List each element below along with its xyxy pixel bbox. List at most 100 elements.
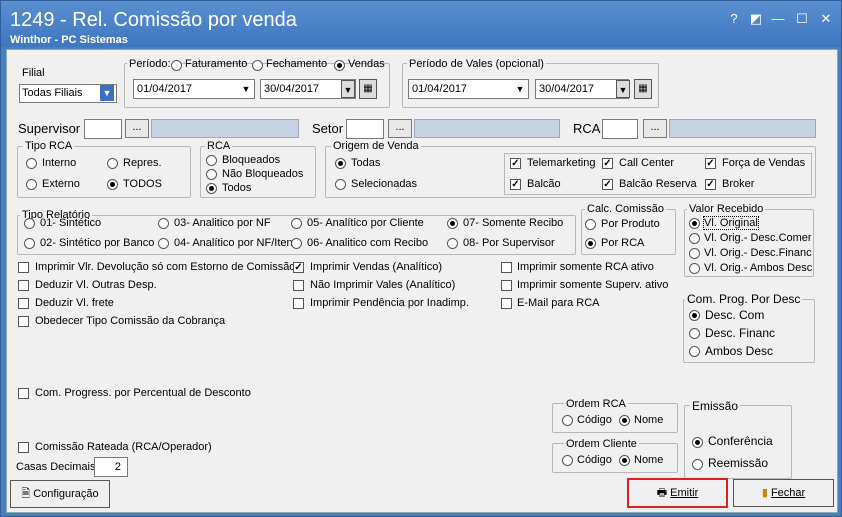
check-nao-imprimir-vales[interactable] [293, 280, 304, 291]
emitir-button[interactable]: 🖶 Emitir [627, 478, 728, 508]
check-com-progress[interactable] [18, 388, 29, 399]
radio-ambos-desc[interactable] [689, 346, 700, 357]
chevron-down-icon[interactable]: ▼ [100, 85, 114, 101]
radio-origem-todas[interactable] [335, 158, 346, 169]
radio-rel-06[interactable] [291, 238, 302, 249]
check-broker[interactable]: ✓ [705, 179, 716, 190]
radio-desc-financ[interactable] [689, 328, 700, 339]
minimize-button[interactable]: — [769, 11, 787, 26]
fechar-button[interactable]: ▮ Fechar [733, 479, 834, 507]
setor-code-input[interactable] [346, 119, 384, 139]
check-superv-ativo[interactable] [501, 280, 512, 291]
check-email-rca[interactable] [501, 298, 512, 309]
rca-search-button[interactable]: ... [643, 119, 667, 138]
tipo-rca-label: Tipo RCA [23, 140, 75, 152]
rca-name-field [669, 119, 816, 138]
radio-vl-desc-financ[interactable] [689, 248, 700, 259]
radio-rel-02[interactable] [24, 238, 35, 249]
radio-bloqueados[interactable] [206, 155, 217, 166]
radio-todos-rca[interactable] [206, 183, 217, 194]
radio-vl-desc-comer[interactable] [689, 233, 700, 244]
fechar-label: Fechar [770, 487, 806, 499]
filial-label: Filial [22, 67, 45, 79]
interno-label: Interno [42, 157, 77, 169]
rca-status-label: RCA [205, 140, 233, 152]
radio-reemissao[interactable] [692, 459, 703, 470]
supervisor-code-input[interactable] [84, 119, 122, 139]
chevron-down-icon[interactable]: ▼ [616, 80, 630, 98]
radio-repres[interactable] [107, 158, 118, 169]
vales-from-input[interactable]: 01/04/2017 [408, 79, 529, 99]
radio-vl-original[interactable] [689, 218, 700, 229]
close-button[interactable]: ✕ [817, 11, 835, 27]
maximize-button[interactable]: ☐ [793, 11, 811, 27]
chevron-down-icon[interactable]: ▼ [341, 80, 355, 98]
radio-interno[interactable] [26, 158, 37, 169]
help-button[interactable]: ? [725, 11, 743, 26]
radio-ordem-cli-nome[interactable] [619, 455, 630, 466]
telemarketing-label: Telemarketing [527, 157, 596, 169]
radio-rel-07[interactable] [447, 218, 458, 229]
check-telemarketing[interactable]: ✓ [510, 158, 521, 169]
email-rca-label: E-Mail para RCA [517, 297, 600, 309]
calendar-icon[interactable]: ▦ [634, 79, 652, 99]
radio-nao-bloqueados[interactable] [206, 169, 217, 180]
radio-desc-com[interactable] [689, 310, 700, 321]
radio-rel-01[interactable] [24, 218, 35, 229]
chevron-down-icon[interactable]: ▼ [239, 80, 253, 98]
radio-fechamento[interactable] [252, 60, 263, 71]
casas-decimais-input[interactable]: 2 [94, 457, 128, 477]
exit-door-icon: ▮ [761, 487, 768, 499]
frete-label: Deduzir Vl. frete [35, 297, 114, 309]
configuracao-button[interactable]: 🗎 Configuração [10, 480, 110, 508]
title-bar: 1249 - Rel. Comissão por venda Winthor -… [1, 1, 841, 47]
radio-rel-05[interactable] [291, 218, 302, 229]
radio-ordem-rca-codigo[interactable] [562, 415, 573, 426]
check-balcao-reserva[interactable]: ✓ [602, 179, 613, 190]
check-comissao-rateada[interactable] [18, 442, 29, 453]
vales-to-input[interactable]: 30/04/2017 [535, 79, 629, 99]
radio-por-rca[interactable] [585, 238, 596, 249]
nao-imprimir-vales-label: Não Imprimir Vales (Analítico) [310, 279, 456, 291]
radio-vl-ambos-desc[interactable] [689, 263, 700, 274]
chevron-down-icon[interactable]: ▼ [513, 80, 527, 98]
radio-rel-03[interactable] [158, 218, 169, 229]
radio-todos-tipo[interactable] [107, 179, 118, 190]
ordem-rca-nome-label: Nome [634, 414, 664, 426]
check-callcenter[interactable]: ✓ [602, 158, 613, 169]
radio-faturamento[interactable] [171, 60, 182, 71]
calendar-icon[interactable]: ▦ [359, 79, 377, 99]
rca-code-input[interactable] [602, 119, 638, 139]
todos-tipo-label: TODOS [123, 178, 162, 190]
check-balcao[interactable]: ✓ [510, 179, 521, 190]
imprimir-vendas-label: Imprimir Vendas (Analítico) [310, 261, 443, 273]
valor-recebido-label: Valor Recebido [687, 203, 766, 215]
check-frete[interactable] [18, 298, 29, 309]
setor-search-button[interactable]: ... [388, 119, 412, 138]
check-pendencia[interactable] [293, 298, 304, 309]
radio-rel-04[interactable] [158, 238, 169, 249]
radio-ordem-rca-nome[interactable] [619, 415, 630, 426]
radio-origem-selecionadas[interactable] [335, 179, 346, 190]
conferencia-label: Conferência [708, 434, 773, 448]
check-forca-vendas[interactable]: ✓ [705, 158, 716, 169]
check-outras-desp[interactable] [18, 280, 29, 291]
check-imprimir-vendas[interactable]: ✓ [293, 262, 304, 273]
radio-ordem-cli-codigo[interactable] [562, 455, 573, 466]
check-devolucao[interactable] [18, 262, 29, 273]
ordem-cli-codigo-label: Código [577, 454, 612, 466]
check-rca-ativo[interactable] [501, 262, 512, 273]
rel-02-label: 02- Sintético por Banco [40, 237, 155, 249]
radio-externo[interactable] [26, 179, 37, 190]
radio-vendas[interactable] [334, 60, 345, 71]
rel-03-label: 03- Analitico por NF [174, 217, 271, 229]
radio-conferencia[interactable] [692, 437, 703, 448]
restore-icon[interactable]: ◩ [747, 11, 765, 27]
ordem-rca-codigo-label: Código [577, 414, 612, 426]
vales-label: Período de Vales (opcional) [407, 58, 546, 70]
radio-por-produto[interactable] [585, 219, 596, 230]
radio-rel-08[interactable] [447, 238, 458, 249]
supervisor-search-button[interactable]: ... [125, 119, 149, 138]
check-tipo-comissao[interactable] [18, 316, 29, 327]
periodo-from-input[interactable]: 01/04/2017 [133, 79, 255, 99]
